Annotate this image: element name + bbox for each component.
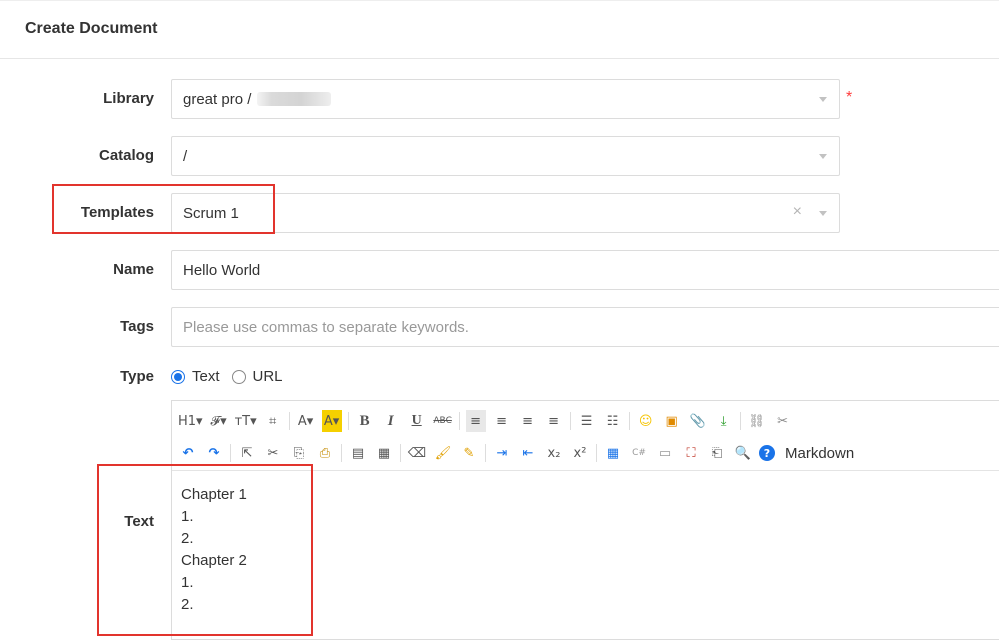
library-label: Library xyxy=(103,90,154,107)
heading-button[interactable]: H1▾ xyxy=(178,410,203,432)
align-justify-button[interactable]: ≡ xyxy=(544,410,564,432)
templates-label: Templates xyxy=(80,204,154,221)
editor-line: 1. xyxy=(181,574,194,591)
line-height-button[interactable]: ⌗ xyxy=(263,410,283,432)
eraser-icon[interactable]: ⌫ xyxy=(407,442,427,464)
format-brush-icon[interactable]: 🖌 xyxy=(433,442,453,464)
editor-toolbar: H1▾ 𝓕▾ тT▾ ⌗ A▾ A▾ B I U ABC ≡ ≡ ≡ ≡ ☰ ☷… xyxy=(172,401,999,471)
insert-below-icon[interactable]: ⤓ xyxy=(714,410,734,432)
editor-line: Chapter 1 xyxy=(181,486,247,503)
templates-select[interactable]: Scrum 1 × xyxy=(171,193,840,233)
toolbar-divider xyxy=(347,412,349,430)
toolbar-row-1: H1▾ 𝓕▾ тT▾ ⌗ A▾ A▾ B I U ABC ≡ ≡ ≡ ≡ ☰ ☷… xyxy=(178,409,799,433)
paste-text-icon[interactable]: ▤ xyxy=(348,442,368,464)
editor-line: 2. xyxy=(181,530,194,547)
library-select[interactable]: great pro / xyxy=(171,79,840,119)
underline-button[interactable]: U xyxy=(407,410,427,432)
required-mark: * xyxy=(846,89,853,106)
toolbar-divider xyxy=(230,444,231,462)
rich-text-editor[interactable]: H1▾ 𝓕▾ тT▾ ⌗ A▾ A▾ B I U ABC ≡ ≡ ≡ ≡ ☰ ☷… xyxy=(171,400,999,640)
type-radio-group: Text URL xyxy=(171,368,295,385)
paste-word-icon[interactable]: ▦ xyxy=(374,442,394,464)
editor-line: 2. xyxy=(181,596,194,613)
outdent-icon[interactable]: ⇤ xyxy=(518,442,538,464)
table-icon[interactable]: ▦ xyxy=(603,442,623,464)
editor-line: Chapter 2 xyxy=(181,552,247,569)
toolbar-divider xyxy=(485,444,486,462)
attachment-icon[interactable]: 📎 xyxy=(688,410,708,432)
copy-icon[interactable]: ⎘ xyxy=(289,442,309,464)
editor-line: 1. xyxy=(181,508,194,525)
preview-icon[interactable]: 🔍 xyxy=(733,442,753,464)
toolbar-divider xyxy=(628,412,630,430)
chevron-down-icon xyxy=(819,154,827,159)
toolbar-divider xyxy=(596,444,597,462)
tags-input[interactable]: Please use commas to separate keywords. xyxy=(171,307,999,347)
page-title: Create Document xyxy=(25,20,158,37)
indent-icon[interactable]: ⇥ xyxy=(492,442,512,464)
align-center-button[interactable]: ≡ xyxy=(492,410,512,432)
toolbar-divider xyxy=(458,412,460,430)
radio-text[interactable] xyxy=(171,369,185,384)
toolbar-row-2: ↶ ↷ ⇱ ✂ ⎘ ⎙ ▤ ▦ ⌫ 🖌 ✎ ⇥ ⇤ x₂ x² ▦ C# ▭ ⛶… xyxy=(178,441,860,465)
panel-header: Create Document xyxy=(0,0,999,59)
type-label: Type xyxy=(120,368,154,385)
catalog-select[interactable]: / xyxy=(171,136,840,176)
tags-label: Tags xyxy=(120,318,154,335)
superscript-icon[interactable]: x² xyxy=(570,442,590,464)
toolbar-divider xyxy=(569,412,571,430)
text-label: Text xyxy=(124,513,154,530)
template-icon[interactable]: ⎗ xyxy=(707,442,727,464)
unlink-icon[interactable]: ✂ xyxy=(773,410,793,432)
markdown-button[interactable]: Markdown xyxy=(785,442,854,464)
italic-button[interactable]: I xyxy=(381,410,401,432)
emoji-icon[interactable]: ☺ xyxy=(636,410,656,432)
ordered-list-button[interactable]: ☰ xyxy=(577,410,597,432)
name-label: Name xyxy=(113,261,154,278)
toolbar-divider xyxy=(400,444,401,462)
bold-button[interactable]: B xyxy=(355,410,375,432)
toolbar-divider xyxy=(341,444,342,462)
cut-icon[interactable]: ✂ xyxy=(263,442,283,464)
redo-icon[interactable]: ↷ xyxy=(204,442,224,464)
templates-value: Scrum 1 xyxy=(183,205,239,222)
strikethrough-button[interactable]: ABC xyxy=(433,410,453,432)
highlight-color-button[interactable]: A▾ xyxy=(321,410,342,432)
code-icon[interactable]: C# xyxy=(629,442,649,464)
clear-icon[interactable]: × xyxy=(793,203,802,221)
name-value: Hello World xyxy=(183,262,261,279)
link-icon[interactable]: ⛓ xyxy=(747,410,767,432)
redacted-block xyxy=(257,92,332,106)
library-value: great pro / xyxy=(183,91,252,108)
catalog-value: / xyxy=(183,148,188,165)
toolbar-divider xyxy=(739,412,741,430)
align-left-button[interactable]: ≡ xyxy=(465,410,486,432)
unordered-list-button[interactable]: ☷ xyxy=(603,410,623,432)
page-break-icon[interactable]: ▭ xyxy=(655,442,675,464)
font-family-button[interactable]: 𝓕▾ xyxy=(209,410,229,432)
name-input[interactable]: Hello World xyxy=(171,250,999,290)
catalog-label: Catalog xyxy=(98,147,154,164)
tags-placeholder: Please use commas to separate keywords. xyxy=(183,319,469,336)
font-color-button[interactable]: A▾ xyxy=(296,410,316,432)
fullscreen-icon[interactable]: ⛶ xyxy=(681,442,701,464)
edit-icon[interactable]: ✎ xyxy=(459,442,479,464)
undo-icon[interactable]: ↶ xyxy=(178,442,198,464)
radio-url-label[interactable]: URL xyxy=(253,368,283,385)
align-right-button[interactable]: ≡ xyxy=(518,410,538,432)
editor-content[interactable]: Chapter 1 1. 2. Chapter 2 1. 2. xyxy=(181,484,247,616)
paste-icon[interactable]: ⎙ xyxy=(315,442,335,464)
image-icon[interactable]: ▣ xyxy=(662,410,682,432)
radio-text-label[interactable]: Text xyxy=(192,368,220,385)
chevron-down-icon xyxy=(819,97,827,102)
help-icon[interactable]: ? xyxy=(759,445,775,461)
toolbar-divider xyxy=(288,412,290,430)
select-all-icon[interactable]: ⇱ xyxy=(237,442,257,464)
radio-url[interactable] xyxy=(231,369,246,384)
font-size-button[interactable]: тT▾ xyxy=(235,410,257,432)
chevron-down-icon xyxy=(819,211,827,216)
subscript-icon[interactable]: x₂ xyxy=(544,442,564,464)
